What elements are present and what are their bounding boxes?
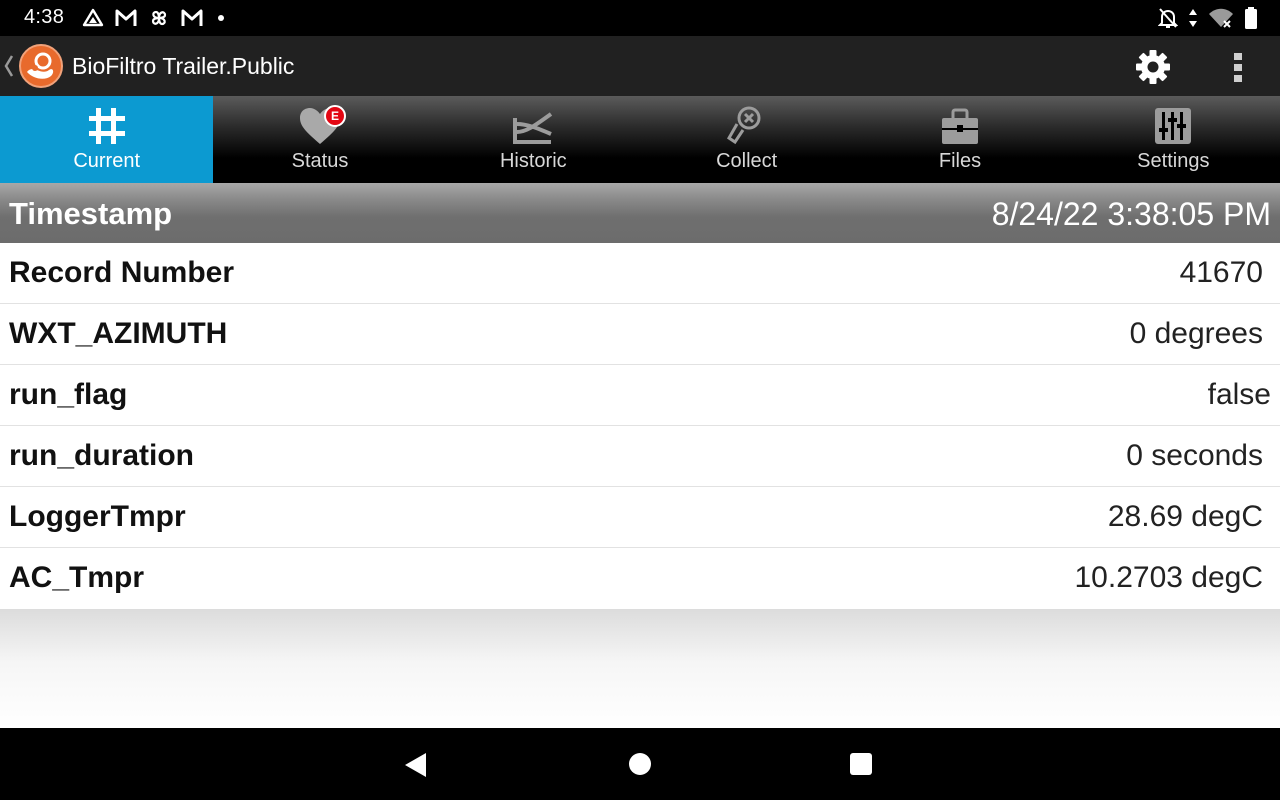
tab-label: Current bbox=[73, 150, 141, 172]
row-label: Record Number bbox=[9, 256, 235, 289]
tab-bar: Current Status Historic Collect Files Se… bbox=[0, 96, 1280, 183]
row-value: 41670 bbox=[1179, 256, 1263, 289]
historic-icon bbox=[511, 104, 555, 148]
tab-label: Status bbox=[291, 150, 349, 172]
timestamp-label: Timestamp bbox=[9, 196, 173, 231]
current-values-panel: Timestamp 8/24/22 3:38:05 PM Record Numb… bbox=[0, 183, 1280, 728]
data-arrows-icon bbox=[1188, 7, 1198, 29]
gmail-icon bbox=[180, 8, 204, 28]
tab-label: Settings bbox=[1137, 150, 1210, 172]
tab-settings[interactable]: Settings bbox=[1067, 96, 1280, 183]
tab-label: Historic bbox=[499, 150, 567, 172]
tab-label: Files bbox=[938, 150, 982, 172]
system-nav-bar bbox=[0, 728, 1280, 800]
app-logo-icon[interactable] bbox=[19, 44, 63, 88]
list-item[interactable]: run_flag false bbox=[0, 365, 1280, 426]
list-item[interactable]: LoggerTmpr 28.69 degC bbox=[0, 487, 1280, 548]
wifi-off-icon bbox=[1208, 7, 1234, 29]
timestamp-value: 8/24/22 3:38:05 PM bbox=[991, 196, 1271, 232]
timestamp-header: Timestamp 8/24/22 3:38:05 PM bbox=[0, 183, 1280, 243]
status-left-icons bbox=[82, 7, 228, 29]
tab-current[interactable]: Current bbox=[0, 96, 214, 183]
row-label: AC_Tmpr bbox=[9, 561, 145, 594]
drive-icon bbox=[82, 8, 104, 28]
back-chevron-icon[interactable] bbox=[4, 53, 14, 79]
gmail-icon bbox=[114, 8, 138, 28]
row-value: 0 seconds bbox=[1126, 439, 1263, 472]
list-item[interactable]: Record Number 41670 bbox=[0, 243, 1280, 304]
row-label: WXT_AZIMUTH bbox=[9, 317, 228, 350]
status-error-badge: E bbox=[324, 105, 346, 127]
list-item[interactable]: AC_Tmpr 10.2703 degC bbox=[0, 548, 1280, 609]
tab-collect[interactable]: Collect bbox=[640, 96, 853, 183]
overflow-menu-icon[interactable] bbox=[1226, 49, 1250, 85]
row-value: 0 degrees bbox=[1129, 317, 1263, 350]
row-value: false bbox=[1207, 378, 1271, 411]
list-item[interactable]: WXT_AZIMUTH 0 degrees bbox=[0, 304, 1280, 365]
row-label: run_flag bbox=[9, 378, 128, 411]
values-list: Record Number 41670 WXT_AZIMUTH 0 degree… bbox=[0, 243, 1280, 609]
dot-icon bbox=[214, 8, 228, 28]
row-label: LoggerTmpr bbox=[9, 500, 186, 533]
nav-back-icon[interactable] bbox=[404, 752, 428, 783]
grid-icon bbox=[85, 104, 129, 148]
sliders-icon bbox=[1151, 104, 1195, 148]
status-time: 4:38 bbox=[24, 6, 65, 28]
row-value: 10.2703 degC bbox=[1074, 561, 1264, 594]
briefcase-icon bbox=[938, 104, 982, 148]
tab-historic[interactable]: Historic bbox=[427, 96, 640, 183]
notifications-off-icon bbox=[1158, 7, 1178, 29]
collect-icon bbox=[725, 104, 769, 148]
list-item[interactable]: run_duration 0 seconds bbox=[0, 426, 1280, 487]
nav-recents-icon[interactable] bbox=[850, 753, 872, 775]
row-value: 28.69 degC bbox=[1107, 500, 1263, 533]
row-label: run_duration bbox=[9, 439, 194, 472]
pinwheel-icon bbox=[148, 7, 170, 29]
app-title: BioFiltro Trailer.Public bbox=[72, 53, 295, 79]
tab-files[interactable]: Files bbox=[853, 96, 1066, 183]
app-bar: BioFiltro Trailer.Public bbox=[0, 36, 1280, 96]
battery-icon bbox=[1244, 6, 1258, 30]
tab-status[interactable]: Status bbox=[213, 96, 426, 183]
gear-icon[interactable] bbox=[1134, 48, 1172, 86]
nav-home-icon[interactable] bbox=[629, 753, 651, 775]
status-bar: 4:38 bbox=[0, 0, 1280, 36]
tab-label: Collect bbox=[716, 150, 778, 172]
status-right-icons bbox=[1158, 6, 1258, 30]
